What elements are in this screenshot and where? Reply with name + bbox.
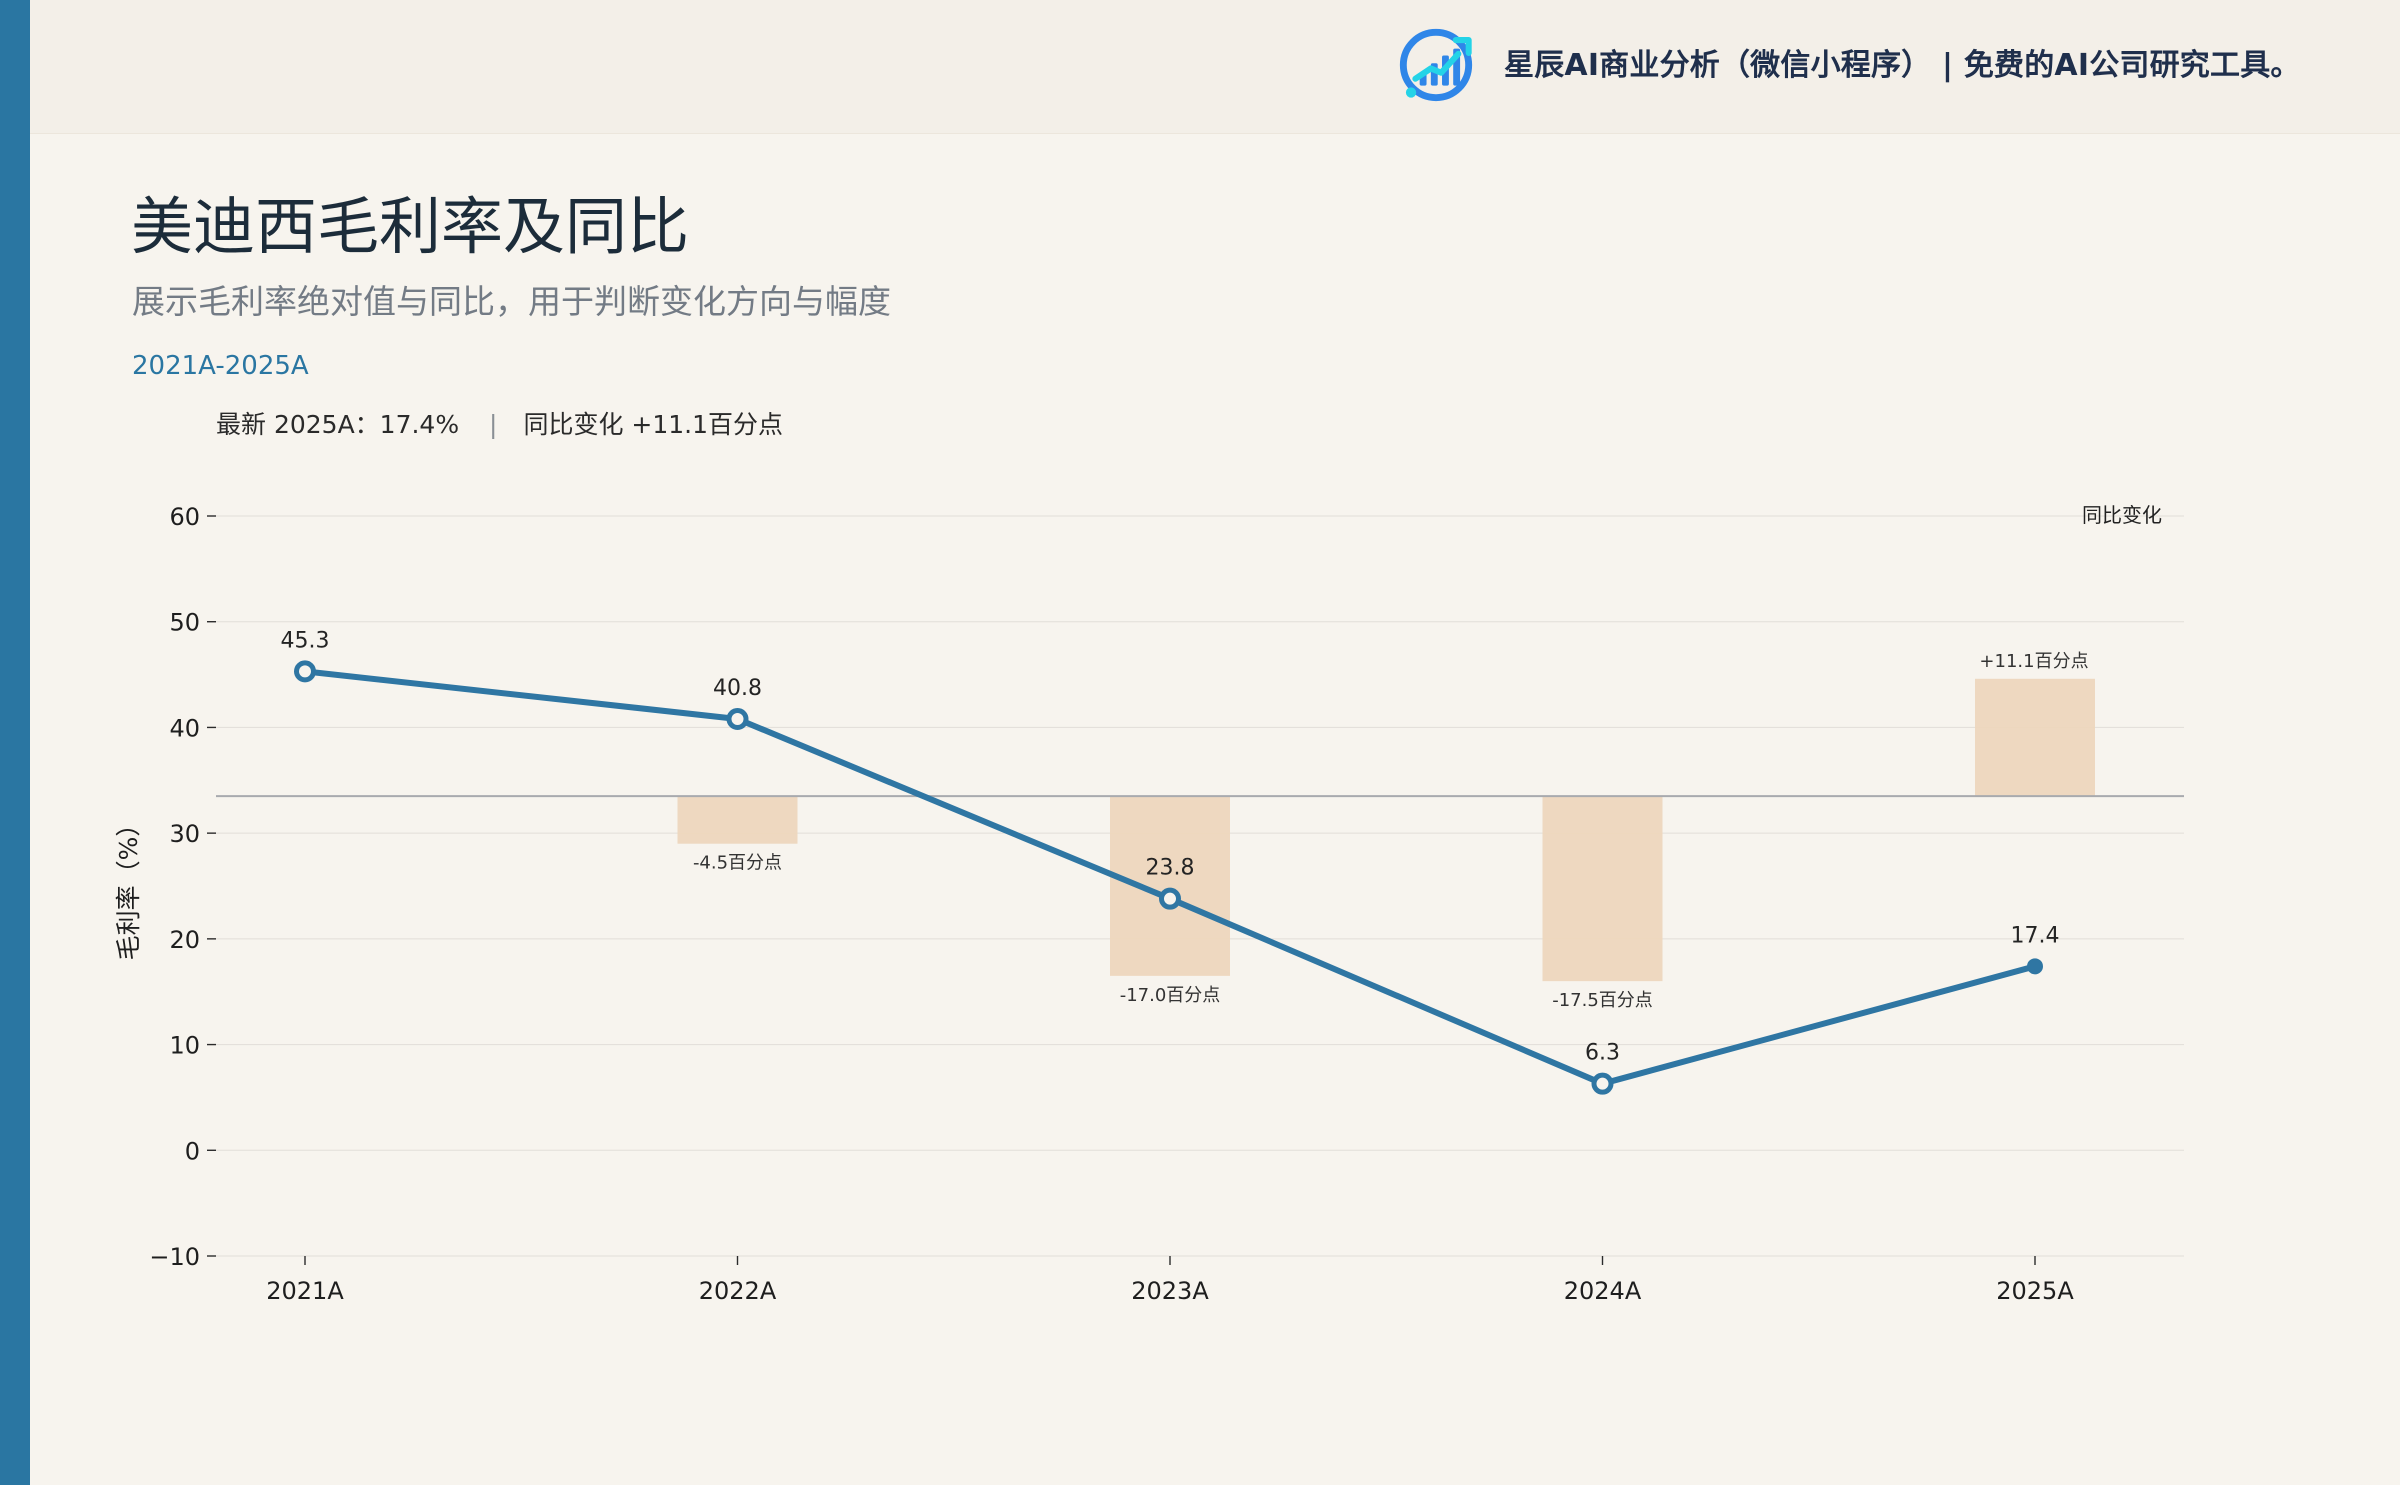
y-tick-label: 10 [169,1032,200,1060]
gross-margin-point [1591,1072,1614,1095]
gross-margin-value-label: 23.8 [1146,856,1195,881]
yoy-change-bar [1110,796,1230,976]
yoy-change-label: -4.5百分点 [693,853,782,874]
gross-margin-point [1159,887,1181,910]
yoy-change-label: +11.1百分点 [1979,651,2088,672]
y-tick-label: 60 [169,503,200,531]
gross-margin-value-label: 6.3 [1585,1041,1620,1066]
y-tick-label: −10 [149,1243,200,1271]
gross-margin-chart: −10 0 10 20 30 40 50 60 毛利率（%） 2021A 2022A 2023A 202… [114,503,2184,1305]
gross-margin-point [2027,958,2043,975]
yoy-change-bar [677,796,798,844]
gross-margin-point [726,707,749,730]
legend-label: 同比变化 [2082,503,2162,527]
y-tick-label: 0 [185,1137,200,1165]
yoy-change-label: -17.5百分点 [1552,990,1653,1011]
y-axis-label: 毛利率（%） [114,812,143,961]
x-tick-label: 2022A [699,1277,777,1305]
gross-margin-point [294,660,316,683]
y-tick-label: 30 [169,820,200,848]
x-tick-label: 2025A [1996,1277,2074,1305]
gross-margin-value-label: 40.8 [713,676,762,701]
x-tick-label: 2023A [1131,1277,1209,1305]
gross-margin-value-label: 17.4 [2011,923,2060,948]
x-tick-label: 2021A [266,1277,344,1305]
yoy-change-label: -17.0百分点 [1120,985,1221,1006]
yoy-change-bar [1542,796,1663,982]
gross-margin-value-label: 45.3 [281,628,330,653]
x-tick-label: 2024A [1564,1277,1642,1305]
yoy-change-bar [1975,678,2095,797]
y-tick-label: 40 [169,714,200,742]
y-tick-label: 20 [169,926,200,954]
y-tick-label: 50 [169,609,200,637]
